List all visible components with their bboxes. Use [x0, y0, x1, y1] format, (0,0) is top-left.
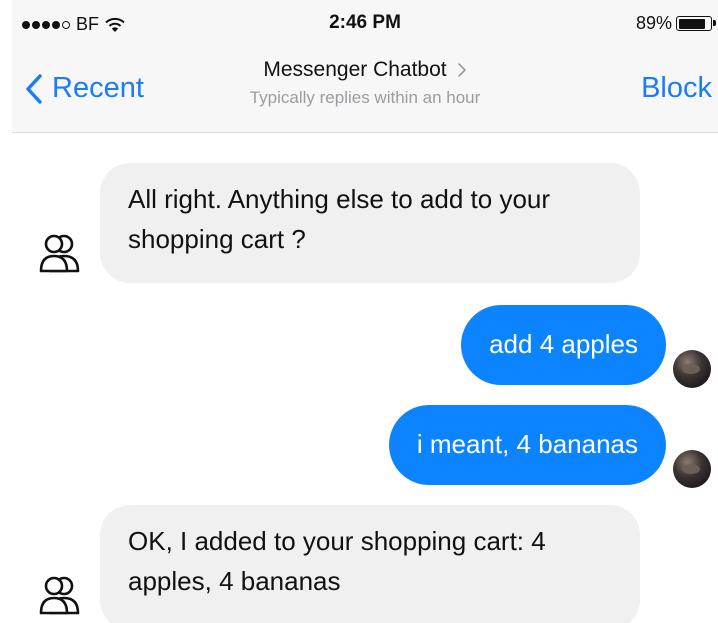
header: BF 2:46 PM 89% Recent Messenger Chatbot …: [12, 0, 718, 133]
message-bubble-bot: All right. Anything else to add to your …: [100, 163, 640, 283]
user-avatar: [673, 450, 711, 488]
status-bar: BF 2:46 PM 89%: [12, 0, 718, 44]
messenger-screen: BF 2:46 PM 89% Recent Messenger Chatbot …: [0, 0, 718, 623]
message-bubble-user: add 4 apples: [461, 305, 666, 385]
bot-avatar-icon: [39, 234, 80, 273]
battery-percent: 89%: [635, 13, 672, 33]
battery-icon: [676, 16, 716, 31]
conversation-title-area[interactable]: Messenger Chatbot Typically replies with…: [12, 58, 718, 108]
battery-status: 89%: [635, 13, 716, 34]
chevron-right-icon: [457, 63, 466, 77]
block-button[interactable]: Block: [641, 72, 712, 105]
conversation-subtitle: Typically replies within an hour: [249, 88, 481, 107]
battery-tip: [713, 20, 716, 26]
battery-fill: [678, 18, 706, 29]
message-bubble-user: i meant, 4 bananas: [388, 405, 666, 485]
bot-avatar-icon: [39, 576, 80, 615]
conversation-title: Messenger Chatbot: [263, 58, 447, 81]
user-avatar: [673, 350, 711, 388]
status-time: 2:46 PM: [329, 12, 401, 33]
message-bubble-bot: OK, I added to your shopping cart: 4 app…: [100, 505, 640, 623]
